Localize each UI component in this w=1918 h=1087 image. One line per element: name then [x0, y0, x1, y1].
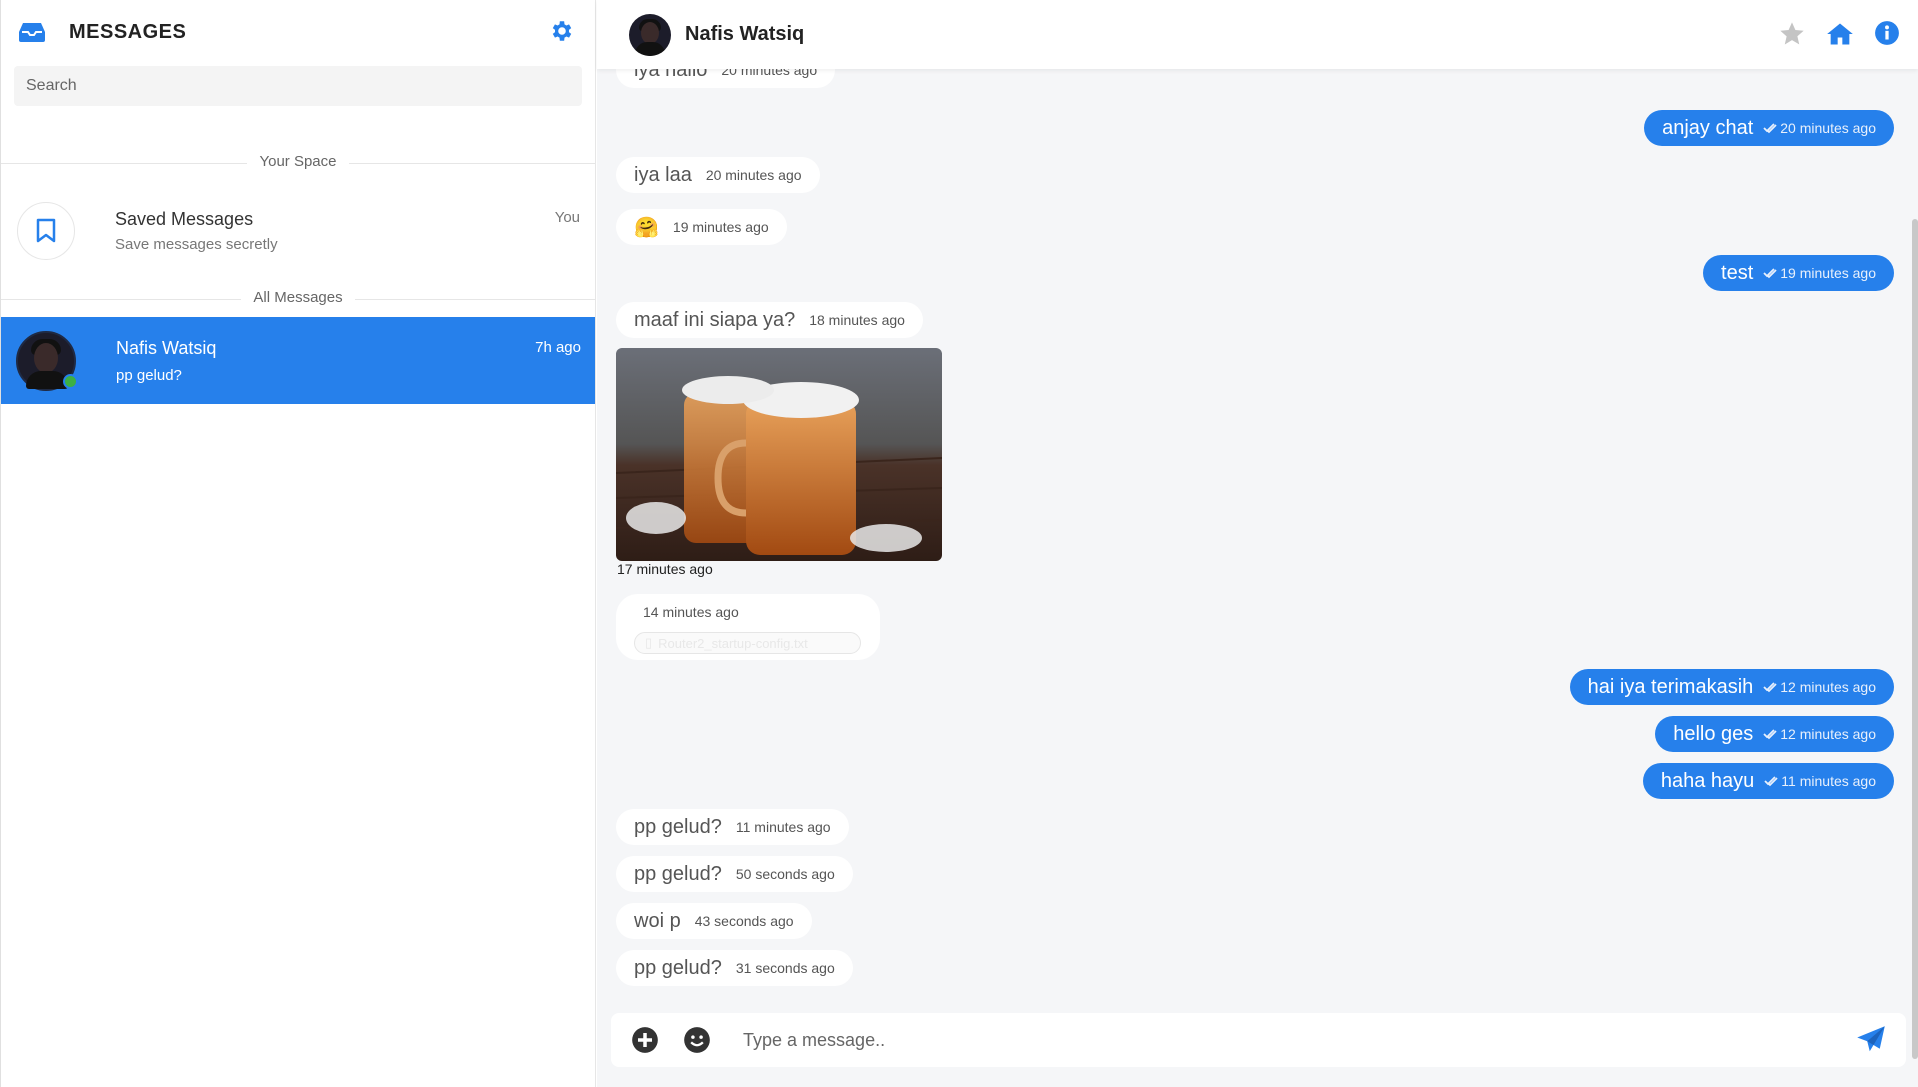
plus-circle-icon[interactable] — [631, 1026, 659, 1054]
message-incoming: iya laa 20 minutes ago — [616, 157, 820, 193]
message-incoming: woi p 43 seconds ago — [616, 903, 812, 939]
message-time: 19 minutes ago — [1780, 265, 1876, 281]
message-emoji: 🤗 — [634, 216, 659, 239]
message-time: 12 minutes ago — [1780, 726, 1876, 742]
double-check-icon — [1763, 729, 1777, 740]
info-icon[interactable] — [1874, 20, 1902, 48]
smiley-icon[interactable] — [683, 1026, 711, 1054]
saved-messages-item[interactable]: Saved Messages Save messages secretly Yo… — [1, 173, 595, 289]
message-time: 12 minutes ago — [1780, 679, 1876, 695]
message-text: maaf ini siapa ya? — [634, 308, 796, 331]
message-input[interactable] — [743, 1029, 1856, 1051]
section-label: Your Space — [247, 153, 349, 170]
section-label: All Messages — [241, 289, 355, 306]
message-time: 50 seconds ago — [735, 866, 835, 882]
message-time: 14 minutes ago — [643, 604, 739, 620]
message-text: pp gelud? — [634, 862, 722, 885]
section-divider-all-messages: All Messages — [1, 289, 595, 309]
file-name: Router2_startup-config.txt — [658, 635, 808, 651]
saved-messages-you-label: You — [554, 209, 580, 226]
message-incoming: pp gelud? 11 minutes ago — [616, 809, 849, 845]
contact-last-message: pp gelud? — [116, 366, 182, 384]
message-incoming: 🤗 19 minutes ago — [616, 209, 787, 245]
search-box — [14, 66, 582, 106]
message-text: anjay chat — [1662, 116, 1754, 139]
message-time: 18 minutes ago — [809, 312, 905, 328]
message-time: 43 seconds ago — [694, 913, 794, 929]
contact-name: Nafis Watsiq — [116, 337, 217, 358]
chat-contact-name: Nafis Watsiq — [685, 23, 805, 45]
bookmark-icon — [36, 218, 56, 243]
message-incoming: pp gelud? 31 seconds ago — [616, 950, 853, 986]
saved-messages-avatar — [17, 202, 75, 260]
message-time: 20 minutes ago — [1780, 120, 1876, 136]
file-attachment[interactable]: ▯ Router2_startup-config.txt — [634, 632, 861, 654]
section-divider-your-space: Your Space — [1, 153, 595, 173]
message-text: iya laa — [634, 163, 692, 186]
message-composer — [611, 1013, 1906, 1067]
inbox-icon — [19, 21, 51, 43]
message-text: hello ges — [1673, 722, 1754, 745]
star-icon[interactable] — [1778, 20, 1806, 48]
message-time: 11 minutes ago — [735, 819, 831, 835]
contact-time: 7h ago — [535, 339, 581, 356]
double-check-icon — [1764, 776, 1778, 787]
message-time: 31 seconds ago — [735, 960, 835, 976]
message-list[interactable]: iya hallo 20 minutes ago anjay chat 20 m… — [597, 52, 1918, 1059]
contact-item-nafis-watsiq[interactable]: Nafis Watsiq pp gelud? 7h ago — [1, 317, 595, 404]
gear-icon[interactable] — [549, 18, 577, 46]
search-input[interactable] — [26, 77, 570, 95]
message-incoming: pp gelud? 50 seconds ago — [616, 856, 853, 892]
home-icon[interactable] — [1826, 20, 1854, 48]
scrollbar[interactable] — [1912, 219, 1918, 1059]
double-check-icon — [1763, 123, 1777, 134]
double-check-icon — [1763, 268, 1777, 279]
message-outgoing: haha hayu 11 minutes ago — [1642, 763, 1894, 799]
message-outgoing: hai iya terimakasih 12 minutes ago — [1569, 669, 1894, 705]
send-icon[interactable] — [1856, 1025, 1886, 1055]
avatar[interactable] — [629, 13, 671, 56]
message-text: pp gelud? — [634, 956, 722, 979]
chat-panel: Nafis Watsiq iya hallo 20 minutes ago an… — [597, 0, 1918, 1087]
message-incoming: maaf ini siapa ya? 18 minutes ago — [616, 302, 923, 338]
message-image[interactable] — [616, 348, 942, 561]
message-text: woi p — [634, 909, 681, 932]
message-text: test — [1721, 261, 1754, 284]
message-outgoing: hello ges 12 minutes ago — [1655, 716, 1894, 752]
message-time: 11 minutes ago — [1781, 773, 1876, 789]
chat-header: Nafis Watsiq — [597, 0, 1918, 69]
message-outgoing: test 19 minutes ago — [1703, 255, 1894, 291]
message-time: 19 minutes ago — [672, 219, 769, 235]
sidebar-header: MESSAGES — [1, 0, 595, 64]
message-text: haha hayu — [1660, 769, 1755, 792]
app-title: MESSAGES — [69, 20, 187, 43]
double-check-icon — [1763, 682, 1777, 693]
message-time: 17 minutes ago — [617, 561, 713, 577]
message-outgoing: anjay chat 20 minutes ago — [1644, 110, 1894, 146]
message-text: pp gelud? — [634, 815, 722, 838]
message-text: hai iya terimakasih — [1587, 675, 1754, 698]
saved-messages-name: Saved Messages — [115, 209, 254, 229]
message-time: 20 minutes ago — [705, 167, 802, 183]
conversation-sidebar: MESSAGES Your Space Saved Messages Save … — [0, 0, 596, 1087]
avatar — [16, 330, 78, 391]
saved-messages-subtitle: Save messages secretly — [115, 236, 278, 253]
online-status-dot — [63, 373, 78, 389]
message-file: 14 minutes ago ▯ Router2_startup-config.… — [616, 594, 880, 660]
file-icon: ▯ — [645, 635, 653, 650]
